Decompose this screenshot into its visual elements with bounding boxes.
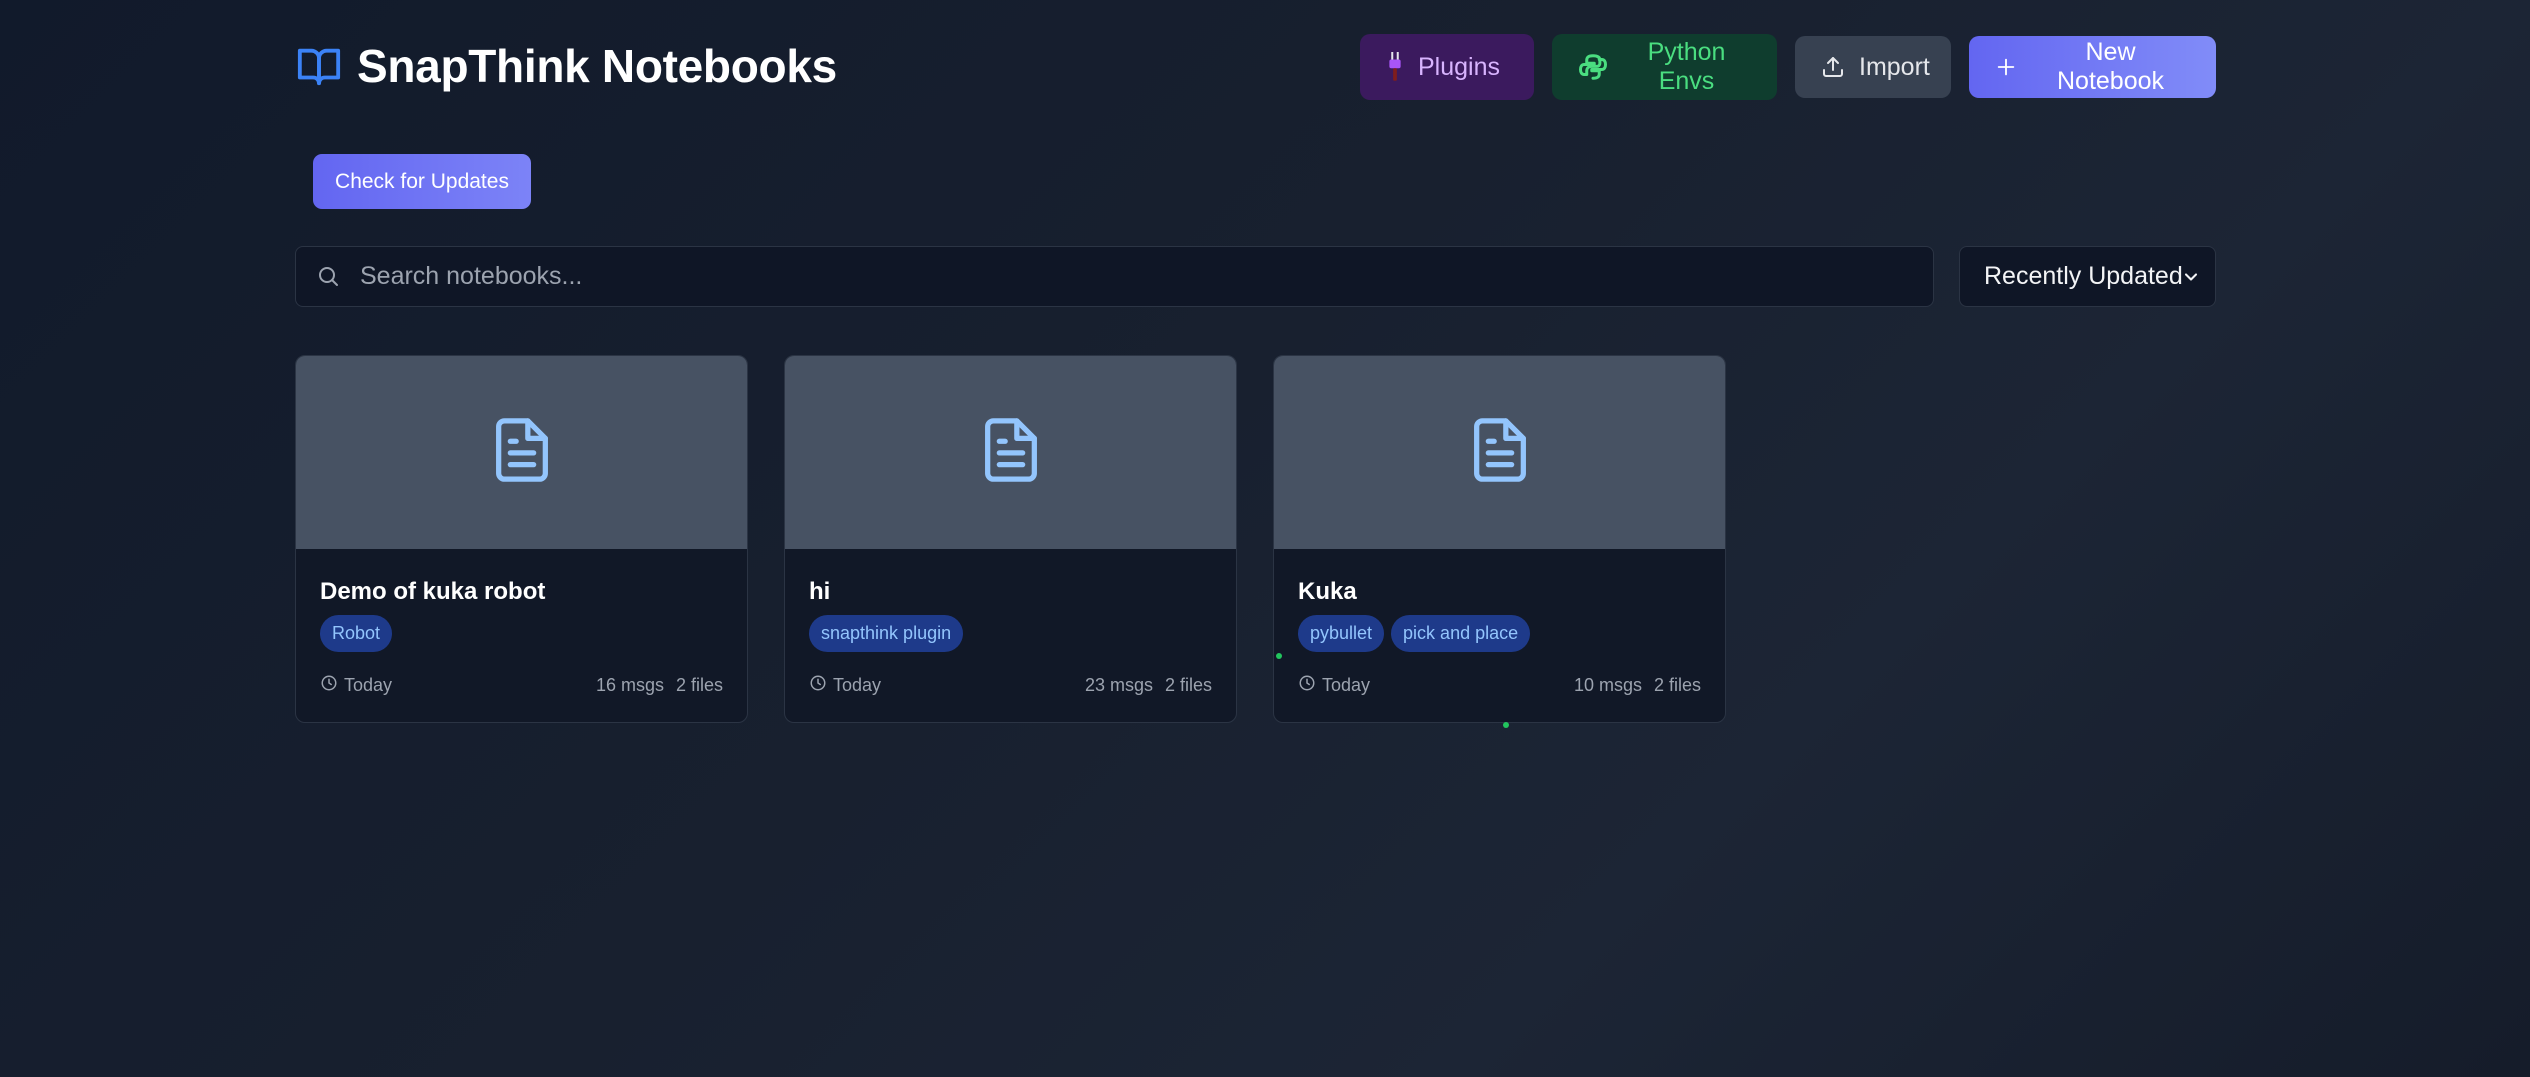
new-notebook-label: New Notebook: [2056, 38, 2165, 95]
card-body: Kuka pybullet pick and place Today 10 ms…: [1274, 549, 1725, 722]
clock-icon: [320, 674, 338, 697]
notebook-card[interactable]: hi snapthink plugin Today 23 msgs 2 files: [784, 355, 1237, 723]
tag-list: Robot: [320, 615, 393, 652]
updated-time: Today: [1298, 674, 1370, 697]
python-envs-button[interactable]: Python Envs: [1552, 34, 1777, 100]
chevron-down-icon: [2181, 267, 2201, 287]
search-bar: [295, 246, 1934, 307]
updated-time: Today: [809, 674, 881, 697]
notebook-card[interactable]: Kuka pybullet pick and place Today 10 ms…: [1273, 355, 1726, 723]
file-text-icon: [1465, 415, 1535, 490]
file-text-icon: [976, 415, 1046, 490]
header-actions: Plugins Python Envs Import New Notebook: [1360, 34, 2216, 100]
card-body: Demo of kuka robot Robot Today 16 msgs 2 …: [296, 549, 747, 722]
sort-select[interactable]: Recently Updated: [1959, 246, 2216, 307]
updated-label: Today: [833, 675, 882, 695]
file-count: 2 files: [1164, 675, 1212, 695]
book-open-icon: [295, 42, 343, 90]
notebook-title: hi: [809, 578, 831, 605]
card-thumbnail: [1274, 356, 1725, 549]
card-body: hi snapthink plugin Today 23 msgs 2 files: [785, 549, 1236, 722]
file-count: 2 files: [675, 675, 723, 695]
python-icon: [1578, 52, 1608, 82]
card-meta: Today 23 msgs 2 files: [809, 674, 1212, 697]
updated-label: Today: [1322, 675, 1371, 695]
check-for-updates-button[interactable]: Check for Updates: [313, 154, 531, 209]
card-counts: 23 msgs 2 files: [1085, 675, 1212, 696]
updated-time: Today: [320, 674, 392, 697]
tag[interactable]: pybullet: [1298, 615, 1385, 652]
new-notebook-button[interactable]: New Notebook: [1969, 36, 2216, 98]
tag-list: snapthink plugin: [809, 615, 964, 652]
brand: SnapThink Notebooks: [295, 34, 837, 98]
plus-icon: [1995, 56, 2017, 78]
card-thumbnail: [296, 356, 747, 549]
plugins-label: Plugins: [1418, 52, 1500, 81]
import-button[interactable]: Import: [1795, 36, 1951, 98]
file-text-icon: [487, 415, 557, 490]
import-label: Import: [1859, 52, 1930, 81]
card-meta: Today 16 msgs 2 files: [320, 674, 723, 697]
notebook-title: Kuka: [1298, 578, 1357, 605]
message-count: 10 msgs: [1573, 675, 1642, 695]
plugins-button[interactable]: Plugins: [1360, 34, 1534, 100]
search-icon: [316, 264, 342, 290]
card-meta: Today 10 msgs 2 files: [1298, 674, 1701, 697]
python-envs-label: Python Envs: [1647, 38, 1726, 95]
card-counts: 10 msgs 2 files: [1574, 675, 1701, 696]
page-title: SnapThink Notebooks: [357, 40, 837, 92]
tag[interactable]: pick and place: [1391, 615, 1531, 652]
message-count: 16 msgs: [595, 675, 664, 695]
updated-label: Today: [344, 675, 393, 695]
card-thumbnail: [785, 356, 1236, 549]
clock-icon: [809, 674, 827, 697]
tag-list: pybullet pick and place: [1298, 615, 1531, 652]
header: SnapThink Notebooks Plugins Python Envs …: [295, 34, 2216, 100]
notebook-title: Demo of kuka robot: [320, 578, 546, 605]
notebook-card[interactable]: Demo of kuka robot Robot Today 16 msgs 2 …: [295, 355, 748, 723]
plug-icon: [1386, 52, 1404, 82]
search-input[interactable]: [358, 261, 1933, 292]
upload-icon: [1821, 55, 1845, 79]
status-dot: [1503, 722, 1509, 728]
tag[interactable]: snapthink plugin: [809, 615, 964, 652]
tag[interactable]: Robot: [320, 615, 393, 652]
clock-icon: [1298, 674, 1316, 697]
file-count: 2 files: [1653, 675, 1701, 695]
message-count: 23 msgs: [1084, 675, 1153, 695]
card-counts: 16 msgs 2 files: [596, 675, 723, 696]
sort-selected-value: Recently Updated: [1984, 262, 2183, 290]
status-dot: [1276, 653, 1282, 659]
